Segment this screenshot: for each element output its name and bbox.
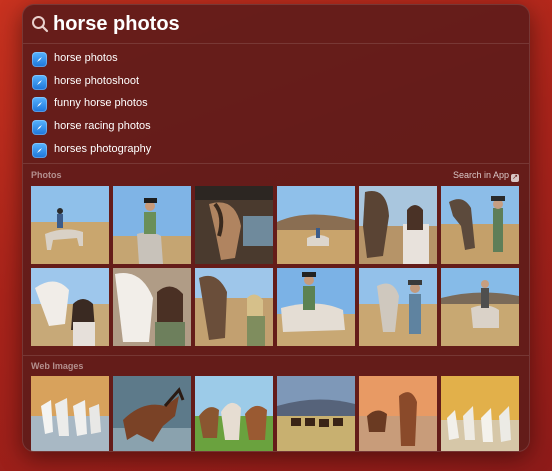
suggestion-item-horse-photos[interactable]: horse photos [23, 48, 529, 71]
suggestion-label: funny horse photos [54, 97, 148, 110]
suggestion-label: horse photoshoot [54, 74, 140, 87]
photo-thumbnail[interactable] [31, 268, 109, 346]
photo-thumbnail[interactable] [277, 186, 355, 264]
photo-thumbnail[interactable] [31, 186, 109, 264]
suggestion-label: horse racing photos [54, 120, 151, 133]
photo-thumbnail[interactable] [195, 186, 273, 264]
suggestion-item-horse-photoshoot[interactable]: horse photoshoot [23, 71, 529, 94]
search-icon [32, 16, 49, 33]
spotlight-panel: horse photos horse photoshoot funny hors… [22, 4, 530, 452]
photo-thumbnail[interactable] [113, 186, 191, 264]
safari-icon [32, 120, 47, 136]
search-in-app-link[interactable]: Search in App ↗ [453, 170, 519, 182]
suggestion-list: horse photos horse photoshoot funny hors… [23, 48, 529, 161]
photo-thumbnail[interactable] [277, 268, 355, 346]
web-images-section-title: Web Images [31, 361, 84, 371]
suggestion-item-horses-photography[interactable]: horses photography [23, 139, 529, 162]
photo-thumbnail[interactable] [195, 268, 273, 346]
safari-icon [32, 74, 47, 90]
suggestion-label: horses photography [54, 142, 152, 155]
photo-thumbnail[interactable] [441, 186, 519, 264]
web-image-thumbnail[interactable] [359, 376, 437, 451]
photos-divider [23, 163, 529, 164]
open-arrow-icon: ↗ [511, 174, 519, 182]
web-image-thumbnail[interactable] [277, 376, 355, 451]
search-input[interactable] [53, 9, 513, 39]
web-divider [23, 355, 529, 356]
safari-icon [32, 52, 47, 67]
web-image-thumbnail[interactable] [113, 376, 191, 451]
photo-thumbnail[interactable] [359, 268, 437, 346]
photos-section-title: Photos [31, 170, 62, 180]
search-in-app-label: Search in App [452, 170, 509, 180]
safari-icon [32, 97, 47, 113]
photo-thumbnail[interactable] [441, 268, 519, 346]
suggestion-item-horse-racing-photos[interactable]: horse racing photos [23, 116, 529, 139]
web-image-thumbnail[interactable] [441, 376, 519, 451]
suggestion-label: horse photos [54, 52, 118, 64]
search-divider [23, 43, 529, 44]
suggestion-item-funny-horse-photos[interactable]: funny horse photos [23, 93, 529, 116]
search-bar [23, 5, 529, 43]
safari-icon [32, 142, 47, 158]
web-image-thumbnail[interactable] [195, 376, 273, 451]
web-image-thumbnail[interactable] [31, 376, 109, 451]
photo-thumbnail[interactable] [113, 268, 191, 346]
photo-thumbnail[interactable] [359, 186, 437, 264]
